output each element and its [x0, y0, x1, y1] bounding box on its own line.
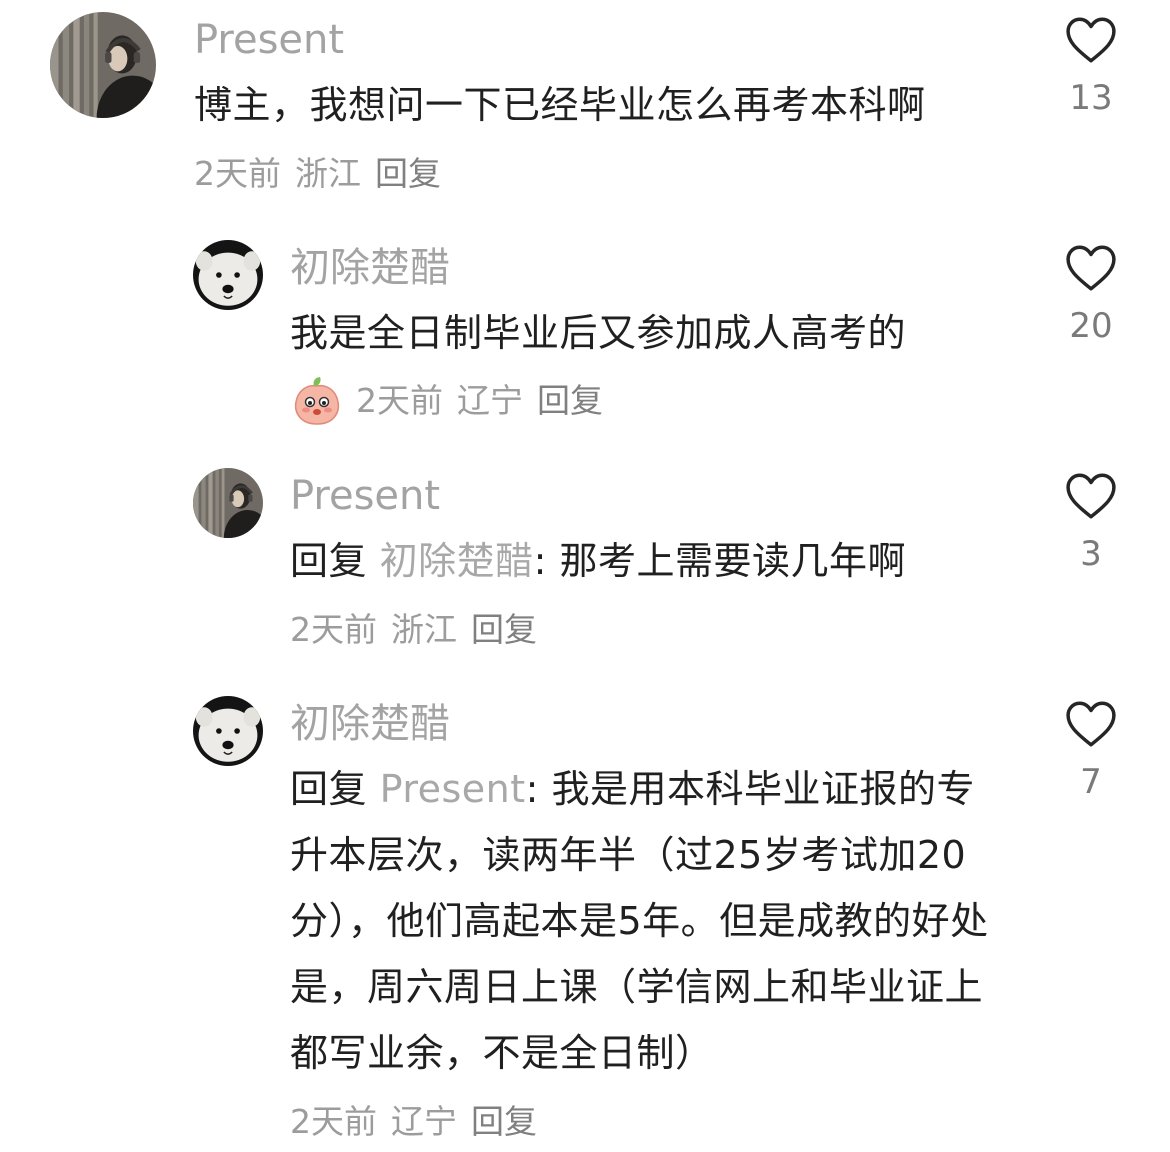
- heart-icon: [1066, 473, 1116, 519]
- white-dog-avatar: [193, 696, 263, 766]
- white-dog-avatar: [193, 240, 263, 310]
- mention-link[interactable]: 初除楚醋: [380, 539, 534, 583]
- author-name[interactable]: Present: [194, 16, 344, 64]
- reply-button[interactable]: 回复: [375, 154, 441, 194]
- comment-time: 2天前: [194, 154, 281, 193]
- comment-location: 浙江: [391, 610, 457, 649]
- avatar[interactable]: [193, 468, 263, 538]
- like-count: 7: [1080, 762, 1102, 802]
- like-button[interactable]: 3: [1060, 472, 1122, 574]
- avatar[interactable]: [193, 696, 263, 766]
- comment-meta: 2天前 浙江 回复: [194, 154, 455, 194]
- comment-text: 回复 Present: 我是用本科毕业证报的专升本层次，读两年半（过25岁考试加…: [290, 756, 1010, 1086]
- like-button[interactable]: 7: [1060, 700, 1122, 802]
- comment-time: 2天前: [290, 1102, 377, 1141]
- woman-headphones-avatar: [50, 12, 156, 118]
- comment-location: 浙江: [295, 154, 361, 193]
- comment-time: 2天前: [290, 610, 377, 649]
- author-name[interactable]: 初除楚醋: [290, 244, 450, 292]
- comment-location: 辽宁: [391, 1102, 457, 1141]
- comment-body: : 我是用本科毕业证报的专升本层次，读两年半（过25岁考试加20分），他们高起本…: [290, 767, 989, 1075]
- comment-meta: 2天前 辽宁 回复: [290, 1102, 551, 1142]
- author-name[interactable]: 初除楚醋: [290, 700, 450, 748]
- avatar[interactable]: [193, 240, 263, 310]
- like-count: 13: [1069, 78, 1113, 118]
- reply-button[interactable]: 回复: [471, 1102, 537, 1142]
- comment-text: 博主，我想问一下已经毕业怎么再考本科啊: [194, 83, 926, 127]
- like-button[interactable]: 13: [1060, 16, 1122, 118]
- like-count: 20: [1069, 306, 1113, 346]
- comment-meta: 2天前 浙江 回复: [290, 610, 551, 650]
- like-button[interactable]: 20: [1060, 244, 1122, 346]
- woman-headphones-avatar: [193, 468, 263, 538]
- mention-link[interactable]: Present: [380, 767, 526, 811]
- reply-button[interactable]: 回复: [537, 381, 603, 421]
- heart-icon: [1066, 245, 1116, 291]
- comment-location: 辽宁: [457, 381, 523, 420]
- like-count: 3: [1080, 534, 1102, 574]
- author-name[interactable]: Present: [290, 472, 440, 520]
- comment-body: : 那考上需要读几年啊: [533, 539, 906, 583]
- reply-prefix: 回复: [290, 539, 380, 583]
- reply-prefix: 回复: [290, 767, 380, 811]
- comment-time: 2天前: [356, 381, 443, 420]
- avatar[interactable]: [50, 12, 156, 118]
- peach-sticker: [290, 374, 344, 428]
- heart-icon: [1066, 701, 1116, 747]
- reply-button[interactable]: 回复: [471, 610, 537, 650]
- heart-icon: [1066, 17, 1116, 63]
- comment-meta: 2天前 辽宁 回复: [290, 374, 617, 428]
- comment-text: 我是全日制毕业后又参加成人高考的: [290, 311, 907, 355]
- comment-text: 回复 初除楚醋: 那考上需要读几年啊: [290, 528, 1030, 594]
